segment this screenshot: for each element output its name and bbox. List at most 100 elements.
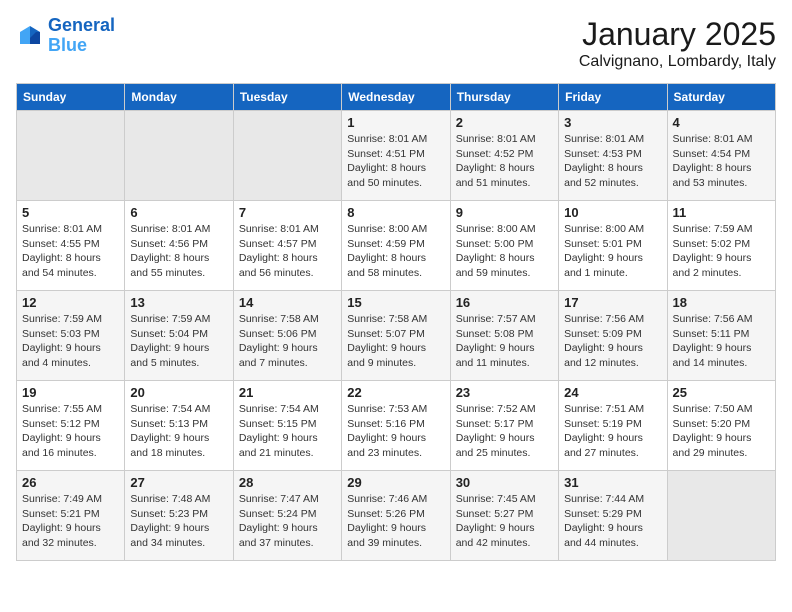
day-number: 4 [673, 115, 770, 130]
day-number: 23 [456, 385, 553, 400]
calendar-cell: 15 Sunrise: 7:58 AM Sunset: 5:07 PM Dayli… [342, 291, 450, 381]
calendar-cell: 25Sunrise: 7:50 AM Sunset: 5:20 PM Dayli… [667, 381, 775, 471]
calendar-cell: 26 Sunrise: 7:49 AM Sunset: 5:21 PM Dayli… [17, 471, 125, 561]
day-info: Sunrise: 8:00 AM Sunset: 5:01 PM Dayligh… [564, 222, 661, 281]
day-info: Sunrise: 7:57 AM Sunset: 5:08 PM Dayligh… [456, 312, 553, 371]
day-info: Sunrise: 7:49 AM Sunset: 5:21 PM Dayligh… [22, 492, 119, 551]
day-number: 5 [22, 205, 119, 220]
day-info: Sunrise: 7:58 AM Sunset: 5:06 PM Dayligh… [239, 312, 336, 371]
calendar-cell [667, 471, 775, 561]
location-title: Calvignano, Lombardy, Italy [579, 53, 776, 71]
weekday-header: Friday [559, 84, 667, 111]
calendar-week-row: 19 Sunrise: 7:55 AM Sunset: 5:12 PM Dayli… [17, 381, 776, 471]
calendar-cell: 27 Sunrise: 7:48 AM Sunset: 5:23 PM Dayli… [125, 471, 233, 561]
day-number: 12 [22, 295, 119, 310]
day-number: 22 [347, 385, 444, 400]
weekday-header: Wednesday [342, 84, 450, 111]
calendar-cell: 8Sunrise: 8:00 AM Sunset: 4:59 PM Daylig… [342, 201, 450, 291]
day-number: 18 [673, 295, 770, 310]
calendar-cell: 22Sunrise: 7:53 AM Sunset: 5:16 PM Dayli… [342, 381, 450, 471]
day-number: 9 [456, 205, 553, 220]
calendar-cell: 20 Sunrise: 7:54 AM Sunset: 5:13 PM Dayli… [125, 381, 233, 471]
day-info: Sunrise: 7:44 AM Sunset: 5:29 PM Dayligh… [564, 492, 661, 551]
page-header: General Blue January 2025 Calvignano, Lo… [16, 16, 776, 71]
calendar-cell: 19 Sunrise: 7:55 AM Sunset: 5:12 PM Dayli… [17, 381, 125, 471]
day-info: Sunrise: 7:55 AM Sunset: 5:12 PM Dayligh… [22, 402, 119, 461]
calendar-cell: 3 Sunrise: 8:01 AM Sunset: 4:53 PM Daylig… [559, 111, 667, 201]
day-number: 26 [22, 475, 119, 490]
calendar-cell: 1Sunrise: 8:01 AM Sunset: 4:51 PM Daylig… [342, 111, 450, 201]
day-number: 6 [130, 205, 227, 220]
day-info: Sunrise: 8:01 AM Sunset: 4:55 PM Dayligh… [22, 222, 119, 281]
day-number: 16 [456, 295, 553, 310]
day-number: 10 [564, 205, 661, 220]
calendar-cell: 10 Sunrise: 8:00 AM Sunset: 5:01 PM Dayli… [559, 201, 667, 291]
calendar-week-row: 1Sunrise: 8:01 AM Sunset: 4:51 PM Daylig… [17, 111, 776, 201]
calendar-cell: 7Sunrise: 8:01 AM Sunset: 4:57 PM Daylig… [233, 201, 341, 291]
day-number: 24 [564, 385, 661, 400]
calendar-cell: 14Sunrise: 7:58 AM Sunset: 5:06 PM Dayli… [233, 291, 341, 381]
day-number: 29 [347, 475, 444, 490]
calendar-table: SundayMondayTuesdayWednesdayThursdayFrid… [16, 83, 776, 561]
calendar-cell [125, 111, 233, 201]
weekday-header-row: SundayMondayTuesdayWednesdayThursdayFrid… [17, 84, 776, 111]
day-info: Sunrise: 7:47 AM Sunset: 5:24 PM Dayligh… [239, 492, 336, 551]
day-number: 19 [22, 385, 119, 400]
calendar-cell: 30 Sunrise: 7:45 AM Sunset: 5:27 PM Dayli… [450, 471, 558, 561]
day-info: Sunrise: 7:46 AM Sunset: 5:26 PM Dayligh… [347, 492, 444, 551]
calendar-cell: 4 Sunrise: 8:01 AM Sunset: 4:54 PM Daylig… [667, 111, 775, 201]
day-number: 11 [673, 205, 770, 220]
calendar-cell: 29 Sunrise: 7:46 AM Sunset: 5:26 PM Dayli… [342, 471, 450, 561]
calendar-cell: 21 Sunrise: 7:54 AM Sunset: 5:15 PM Dayli… [233, 381, 341, 471]
day-number: 3 [564, 115, 661, 130]
day-info: Sunrise: 7:51 AM Sunset: 5:19 PM Dayligh… [564, 402, 661, 461]
day-info: Sunrise: 7:59 AM Sunset: 5:04 PM Dayligh… [130, 312, 227, 371]
day-number: 27 [130, 475, 227, 490]
day-number: 13 [130, 295, 227, 310]
calendar-cell: 17 Sunrise: 7:56 AM Sunset: 5:09 PM Dayli… [559, 291, 667, 381]
weekday-header: Saturday [667, 84, 775, 111]
day-info: Sunrise: 7:59 AM Sunset: 5:03 PM Dayligh… [22, 312, 119, 371]
day-info: Sunrise: 8:01 AM Sunset: 4:51 PM Dayligh… [347, 132, 444, 191]
day-info: Sunrise: 7:54 AM Sunset: 5:15 PM Dayligh… [239, 402, 336, 461]
day-info: Sunrise: 7:56 AM Sunset: 5:11 PM Dayligh… [673, 312, 770, 371]
day-info: Sunrise: 8:00 AM Sunset: 4:59 PM Dayligh… [347, 222, 444, 281]
day-number: 31 [564, 475, 661, 490]
day-info: Sunrise: 8:01 AM Sunset: 4:57 PM Dayligh… [239, 222, 336, 281]
day-number: 15 [347, 295, 444, 310]
logo-text: General Blue [48, 16, 115, 56]
calendar-week-row: 26 Sunrise: 7:49 AM Sunset: 5:21 PM Dayli… [17, 471, 776, 561]
day-info: Sunrise: 7:48 AM Sunset: 5:23 PM Dayligh… [130, 492, 227, 551]
calendar-week-row: 5 Sunrise: 8:01 AM Sunset: 4:55 PM Daylig… [17, 201, 776, 291]
logo: General Blue [16, 16, 115, 56]
title-block: January 2025 Calvignano, Lombardy, Italy [579, 16, 776, 71]
calendar-cell: 2Sunrise: 8:01 AM Sunset: 4:52 PM Daylig… [450, 111, 558, 201]
calendar-cell: 31 Sunrise: 7:44 AM Sunset: 5:29 PM Dayli… [559, 471, 667, 561]
day-info: Sunrise: 7:58 AM Sunset: 5:07 PM Dayligh… [347, 312, 444, 371]
day-info: Sunrise: 7:52 AM Sunset: 5:17 PM Dayligh… [456, 402, 553, 461]
calendar-cell: 11 Sunrise: 7:59 AM Sunset: 5:02 PM Dayli… [667, 201, 775, 291]
day-info: Sunrise: 7:56 AM Sunset: 5:09 PM Dayligh… [564, 312, 661, 371]
logo-icon [16, 22, 44, 50]
calendar-cell: 23 Sunrise: 7:52 AM Sunset: 5:17 PM Dayli… [450, 381, 558, 471]
day-number: 17 [564, 295, 661, 310]
weekday-header: Sunday [17, 84, 125, 111]
day-info: Sunrise: 7:59 AM Sunset: 5:02 PM Dayligh… [673, 222, 770, 281]
calendar-cell: 16 Sunrise: 7:57 AM Sunset: 5:08 PM Dayli… [450, 291, 558, 381]
day-info: Sunrise: 7:45 AM Sunset: 5:27 PM Dayligh… [456, 492, 553, 551]
day-number: 30 [456, 475, 553, 490]
day-number: 20 [130, 385, 227, 400]
day-number: 21 [239, 385, 336, 400]
calendar-cell: 9 Sunrise: 8:00 AM Sunset: 5:00 PM Daylig… [450, 201, 558, 291]
calendar-cell: 5 Sunrise: 8:01 AM Sunset: 4:55 PM Daylig… [17, 201, 125, 291]
day-info: Sunrise: 8:01 AM Sunset: 4:54 PM Dayligh… [673, 132, 770, 191]
day-info: Sunrise: 7:54 AM Sunset: 5:13 PM Dayligh… [130, 402, 227, 461]
day-info: Sunrise: 8:01 AM Sunset: 4:53 PM Dayligh… [564, 132, 661, 191]
day-info: Sunrise: 8:00 AM Sunset: 5:00 PM Dayligh… [456, 222, 553, 281]
calendar-cell: 12 Sunrise: 7:59 AM Sunset: 5:03 PM Dayli… [17, 291, 125, 381]
day-info: Sunrise: 8:01 AM Sunset: 4:52 PM Dayligh… [456, 132, 553, 191]
calendar-cell [17, 111, 125, 201]
calendar-cell: 13 Sunrise: 7:59 AM Sunset: 5:04 PM Dayli… [125, 291, 233, 381]
day-number: 28 [239, 475, 336, 490]
calendar-cell: 6Sunrise: 8:01 AM Sunset: 4:56 PM Daylig… [125, 201, 233, 291]
